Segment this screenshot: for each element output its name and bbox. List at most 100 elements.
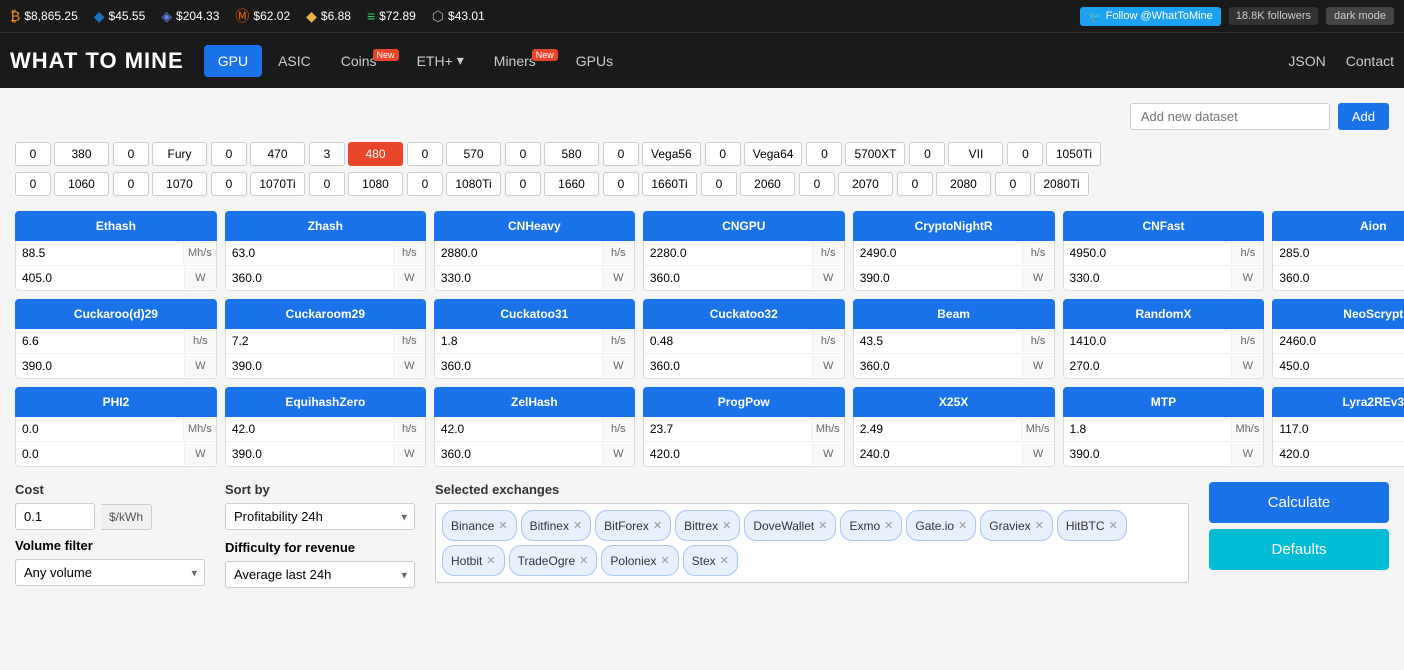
- algo-header[interactable]: ZelHash: [434, 387, 635, 417]
- power-input[interactable]: [1064, 266, 1232, 290]
- gpu-count-input[interactable]: [15, 142, 51, 166]
- hashrate-input[interactable]: [435, 329, 602, 353]
- algo-header[interactable]: Ethash: [15, 211, 217, 241]
- power-input[interactable]: [1064, 442, 1232, 466]
- dataset-input[interactable]: [1130, 103, 1330, 130]
- hashrate-input[interactable]: [226, 417, 393, 441]
- gpu-count-input[interactable]: [806, 142, 842, 166]
- gpu-count-input[interactable]: [701, 172, 737, 196]
- power-input[interactable]: [644, 266, 812, 290]
- power-input[interactable]: [435, 354, 602, 378]
- power-input[interactable]: [435, 266, 602, 290]
- hashrate-input[interactable]: [1273, 417, 1404, 441]
- nav-item-ethplus[interactable]: ETH+ ▾: [403, 44, 478, 77]
- gpu-count-input[interactable]: [897, 172, 933, 196]
- hashrate-input[interactable]: [854, 329, 1022, 353]
- algo-header[interactable]: Aion: [1272, 211, 1404, 241]
- gpu-count-input[interactable]: [995, 172, 1031, 196]
- gpu-count-input[interactable]: [505, 142, 541, 166]
- gpu-count-input[interactable]: [705, 142, 741, 166]
- hashrate-input[interactable]: [1064, 417, 1231, 441]
- algo-header[interactable]: CNFast: [1063, 211, 1265, 241]
- cost-input[interactable]: [15, 503, 95, 530]
- power-input[interactable]: [644, 442, 812, 466]
- nav-item-gpus[interactable]: GPUs: [562, 45, 627, 77]
- exchange-remove[interactable]: ✕: [884, 519, 893, 532]
- exchange-remove[interactable]: ✕: [660, 554, 669, 567]
- power-input[interactable]: [226, 266, 393, 290]
- power-input[interactable]: [1273, 266, 1404, 290]
- hashrate-input[interactable]: [226, 329, 393, 353]
- hashrate-input[interactable]: [644, 241, 812, 265]
- hashrate-input[interactable]: [435, 417, 602, 441]
- gpu-count-input[interactable]: [113, 142, 149, 166]
- hashrate-input[interactable]: [854, 241, 1022, 265]
- exchange-remove[interactable]: ✕: [722, 519, 731, 532]
- gpu-count-input[interactable]: [309, 172, 345, 196]
- volume-filter-select[interactable]: Any volume > $1000 > $10000: [15, 559, 205, 586]
- power-input[interactable]: [854, 442, 1022, 466]
- exchange-remove[interactable]: ✕: [486, 554, 495, 567]
- nav-item-coins[interactable]: Coins New: [327, 45, 401, 77]
- gpu-count-input[interactable]: [603, 172, 639, 196]
- algo-header[interactable]: ProgPow: [643, 387, 845, 417]
- gpu-count-input[interactable]: [1007, 142, 1043, 166]
- nav-json[interactable]: JSON: [1288, 53, 1325, 69]
- hashrate-input[interactable]: [1273, 241, 1404, 265]
- defaults-button[interactable]: Defaults: [1209, 529, 1389, 570]
- gpu-count-input[interactable]: [211, 142, 247, 166]
- power-input[interactable]: [435, 442, 602, 466]
- hashrate-input[interactable]: [1064, 329, 1232, 353]
- exchange-remove[interactable]: ✕: [1035, 519, 1044, 532]
- algo-header[interactable]: MTP: [1063, 387, 1265, 417]
- hashrate-input[interactable]: [226, 241, 393, 265]
- hashrate-input[interactable]: [1273, 329, 1404, 353]
- nav-item-miners[interactable]: Miners New: [480, 45, 560, 77]
- power-input[interactable]: [16, 266, 184, 290]
- power-input[interactable]: [1273, 442, 1404, 466]
- nav-item-gpu[interactable]: GPU: [204, 45, 262, 77]
- hashrate-input[interactable]: [644, 329, 812, 353]
- power-input[interactable]: [16, 442, 184, 466]
- algo-header[interactable]: NeoScrypt: [1272, 299, 1404, 329]
- difficulty-select[interactable]: Average last 24h Current Average last 3 …: [225, 561, 415, 588]
- gpu-count-input[interactable]: [909, 142, 945, 166]
- algo-header[interactable]: Cuckatoo31: [434, 299, 635, 329]
- power-input[interactable]: [1064, 354, 1232, 378]
- algo-header[interactable]: CryptoNightR: [853, 211, 1055, 241]
- hashrate-input[interactable]: [1064, 241, 1232, 265]
- hashrate-input[interactable]: [854, 417, 1021, 441]
- hashrate-input[interactable]: [16, 417, 183, 441]
- hashrate-input[interactable]: [16, 329, 184, 353]
- power-input[interactable]: [854, 354, 1022, 378]
- exchange-remove[interactable]: ✕: [1109, 519, 1118, 532]
- add-dataset-button[interactable]: Add: [1338, 103, 1389, 130]
- exchange-remove[interactable]: ✕: [818, 519, 827, 532]
- gpu-count-input[interactable]: [407, 172, 443, 196]
- algo-header[interactable]: Cuckaroom29: [225, 299, 426, 329]
- algo-header[interactable]: Cuckaroo(d)29: [15, 299, 217, 329]
- power-input[interactable]: [226, 354, 393, 378]
- power-input[interactable]: [226, 442, 393, 466]
- dark-mode-button[interactable]: dark mode: [1326, 7, 1394, 25]
- algo-header[interactable]: Beam: [853, 299, 1055, 329]
- power-input[interactable]: [644, 354, 812, 378]
- power-input[interactable]: [854, 266, 1022, 290]
- exchange-remove[interactable]: ✕: [579, 554, 588, 567]
- exchange-remove[interactable]: ✕: [573, 519, 582, 532]
- algo-header[interactable]: RandomX: [1063, 299, 1265, 329]
- algo-header[interactable]: EquihashZero: [225, 387, 426, 417]
- power-input[interactable]: [16, 354, 184, 378]
- hashrate-input[interactable]: [16, 241, 183, 265]
- follow-button[interactable]: 🐦 Follow @WhatToMine: [1080, 7, 1221, 26]
- algo-header[interactable]: CNHeavy: [434, 211, 635, 241]
- exchange-remove[interactable]: ✕: [653, 519, 662, 532]
- gpu-count-input[interactable]: [799, 172, 835, 196]
- nav-item-asic[interactable]: ASIC: [264, 45, 325, 77]
- gpu-count-input[interactable]: [603, 142, 639, 166]
- algo-header[interactable]: X25X: [853, 387, 1055, 417]
- gpu-count-input[interactable]: [15, 172, 51, 196]
- exchange-remove[interactable]: ✕: [720, 554, 729, 567]
- gpu-count-input[interactable]: [505, 172, 541, 196]
- gpu-count-input[interactable]: [407, 142, 443, 166]
